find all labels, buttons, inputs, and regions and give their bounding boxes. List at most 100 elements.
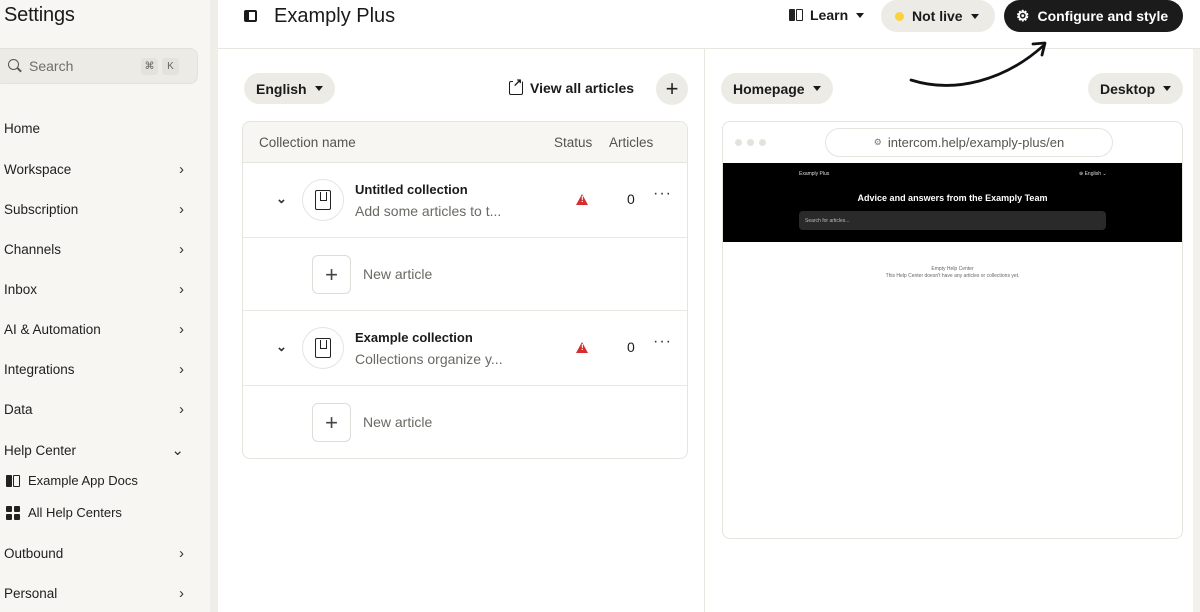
hc-language: ⊕ English ⌄ [1079,171,1107,177]
hc-empty-text: This Help Center doesn't have any articl… [885,273,1020,279]
article-count: 0 [627,339,635,355]
chevron-down-icon[interactable]: ⌄ [276,191,287,207]
chevron-right-icon: › [179,281,184,298]
chevron-down-icon: ⌄ [171,442,184,459]
hc-search-placeholder: Search for articles... [805,217,850,224]
page-title: Examply Plus [274,5,396,27]
sidebar-item-integrations[interactable]: Integrations › [4,361,190,378]
table-row[interactable]: ⌄ Untitled collection Add some articles … [243,163,687,238]
view-all-label: View all articles [530,80,635,96]
external-link-icon [509,77,523,95]
configure-and-style-button[interactable]: ⚙ Configure and style [1004,0,1183,32]
add-collection-button[interactable]: + [656,73,688,105]
device-select-dropdown[interactable]: Desktop [1088,73,1184,104]
plus-icon[interactable]: + [312,255,351,294]
caret-down-icon [970,13,979,19]
pane-divider [704,49,705,612]
hc-brand: Examply Plus [799,171,830,177]
more-options-icon[interactable]: ··· [653,185,672,203]
window-dots [735,139,766,146]
warning-icon [576,194,588,205]
configure-label: Configure and style [1037,8,1169,24]
shortcut-k-key: K [162,58,179,75]
search-input[interactable]: Search ⌘ K [0,48,198,84]
book-icon [789,9,803,21]
new-article-label[interactable]: New article [363,266,432,282]
sidebar-item-label: Subscription [4,202,79,217]
new-article-row[interactable]: + New article [243,386,687,458]
language-dropdown[interactable]: English [244,73,335,104]
chevron-right-icon: › [179,545,184,562]
sidebar-item-personal[interactable]: Personal › [4,585,190,602]
chevron-right-icon: › [179,241,184,258]
new-article-row[interactable]: + New article [243,238,687,311]
view-all-articles-link[interactable]: View all articles [509,77,635,96]
chevron-right-icon: › [179,201,184,218]
shortcut-cmd-key: ⌘ [141,58,158,75]
page-select-dropdown[interactable]: Homepage [721,73,833,104]
grid-icon [6,505,20,520]
sidebar-item-channels[interactable]: Channels › [4,241,190,258]
hc-search-box: Search for articles... [799,211,1106,230]
site-settings-icon: ⚙ [873,137,882,147]
sidebar-item-label: Data [4,402,33,417]
chevron-right-icon: › [179,161,184,178]
device-select-label: Desktop [1100,80,1156,97]
more-options-icon[interactable]: ··· [653,333,672,351]
sidebar-subitem-label: Example App Docs [28,473,138,488]
sidebar-item-subscription[interactable]: Subscription › [4,201,190,218]
collections-table: Collection name Status Articles ⌄ Untitl… [242,121,688,459]
help-center-hero: Examply Plus ⊕ English ⌄ Advice and answ… [723,163,1182,242]
learn-dropdown[interactable]: Learn [789,7,865,23]
column-header-articles: Articles [609,135,654,150]
sidebar-border [210,0,218,612]
sidebar-subitem-example-app-docs[interactable]: Example App Docs [6,473,138,488]
sidebar-item-outbound[interactable]: Outbound › [4,545,190,562]
plus-icon[interactable]: + [312,403,351,442]
sidebar-item-workspace[interactable]: Workspace › [4,161,190,178]
table-row[interactable]: ⌄ Example collection Collections organiz… [243,311,687,386]
sidebar-item-label: Home [4,121,41,136]
bookmark-icon [315,190,331,210]
collection-description: Add some articles to t... [355,203,502,219]
hc-empty-title: Empty Help Center [931,266,974,272]
sidebar-item-ai-automation[interactable]: AI & Automation › [4,321,190,338]
sidebar-item-help-center[interactable]: Help Center ⌄ [4,441,190,459]
preview-url-bar: ⚙ intercom.help/examply-plus/en [825,128,1113,157]
sidebar-title: Settings [4,4,75,26]
search-icon [7,58,23,74]
sidebar-subitem-label: All Help Centers [28,505,122,520]
page-select-label: Homepage [733,80,805,97]
sidebar-item-label: Integrations [4,362,75,377]
sidebar-subitem-all-help-centers[interactable]: All Help Centers [6,505,122,520]
collection-name[interactable]: Untitled collection [355,182,468,197]
help-center-preview: ⚙ intercom.help/examply-plus/en Examply … [722,121,1183,539]
caret-down-icon [812,86,821,91]
article-count: 0 [627,191,635,207]
status-label: Not live [912,8,963,24]
sidebar-item-home[interactable]: Home [4,121,190,136]
collection-icon [302,327,344,369]
chevron-down-icon[interactable]: ⌄ [276,339,287,355]
status-dropdown[interactable]: Not live [881,0,995,32]
caret-down-icon [314,86,323,91]
collection-description: Collections organize y... [355,351,503,367]
settings-sidebar: Settings Search ⌘ K Home Workspace › Sub… [0,0,210,612]
table-header: Collection name Status Articles [243,122,687,163]
sidebar-item-label: Help Center [4,442,77,458]
browser-bar: ⚙ intercom.help/examply-plus/en [723,122,1182,163]
collection-name[interactable]: Example collection [355,330,473,345]
chevron-right-icon: › [179,321,184,338]
sidebar-item-inbox[interactable]: Inbox › [4,281,190,298]
hc-title: Advice and answers from the Examply Team [857,193,1048,203]
language-label: English [256,80,307,97]
sidebar-item-data[interactable]: Data › [4,401,190,418]
chevron-right-icon: › [179,361,184,378]
column-header-status: Status [554,135,593,150]
warning-icon [576,342,588,353]
chevron-right-icon: › [179,401,184,418]
panel-toggle-icon[interactable] [244,10,257,22]
scrollbar-track[interactable] [1193,49,1200,612]
bookmark-icon [315,338,331,358]
new-article-label[interactable]: New article [363,414,432,430]
